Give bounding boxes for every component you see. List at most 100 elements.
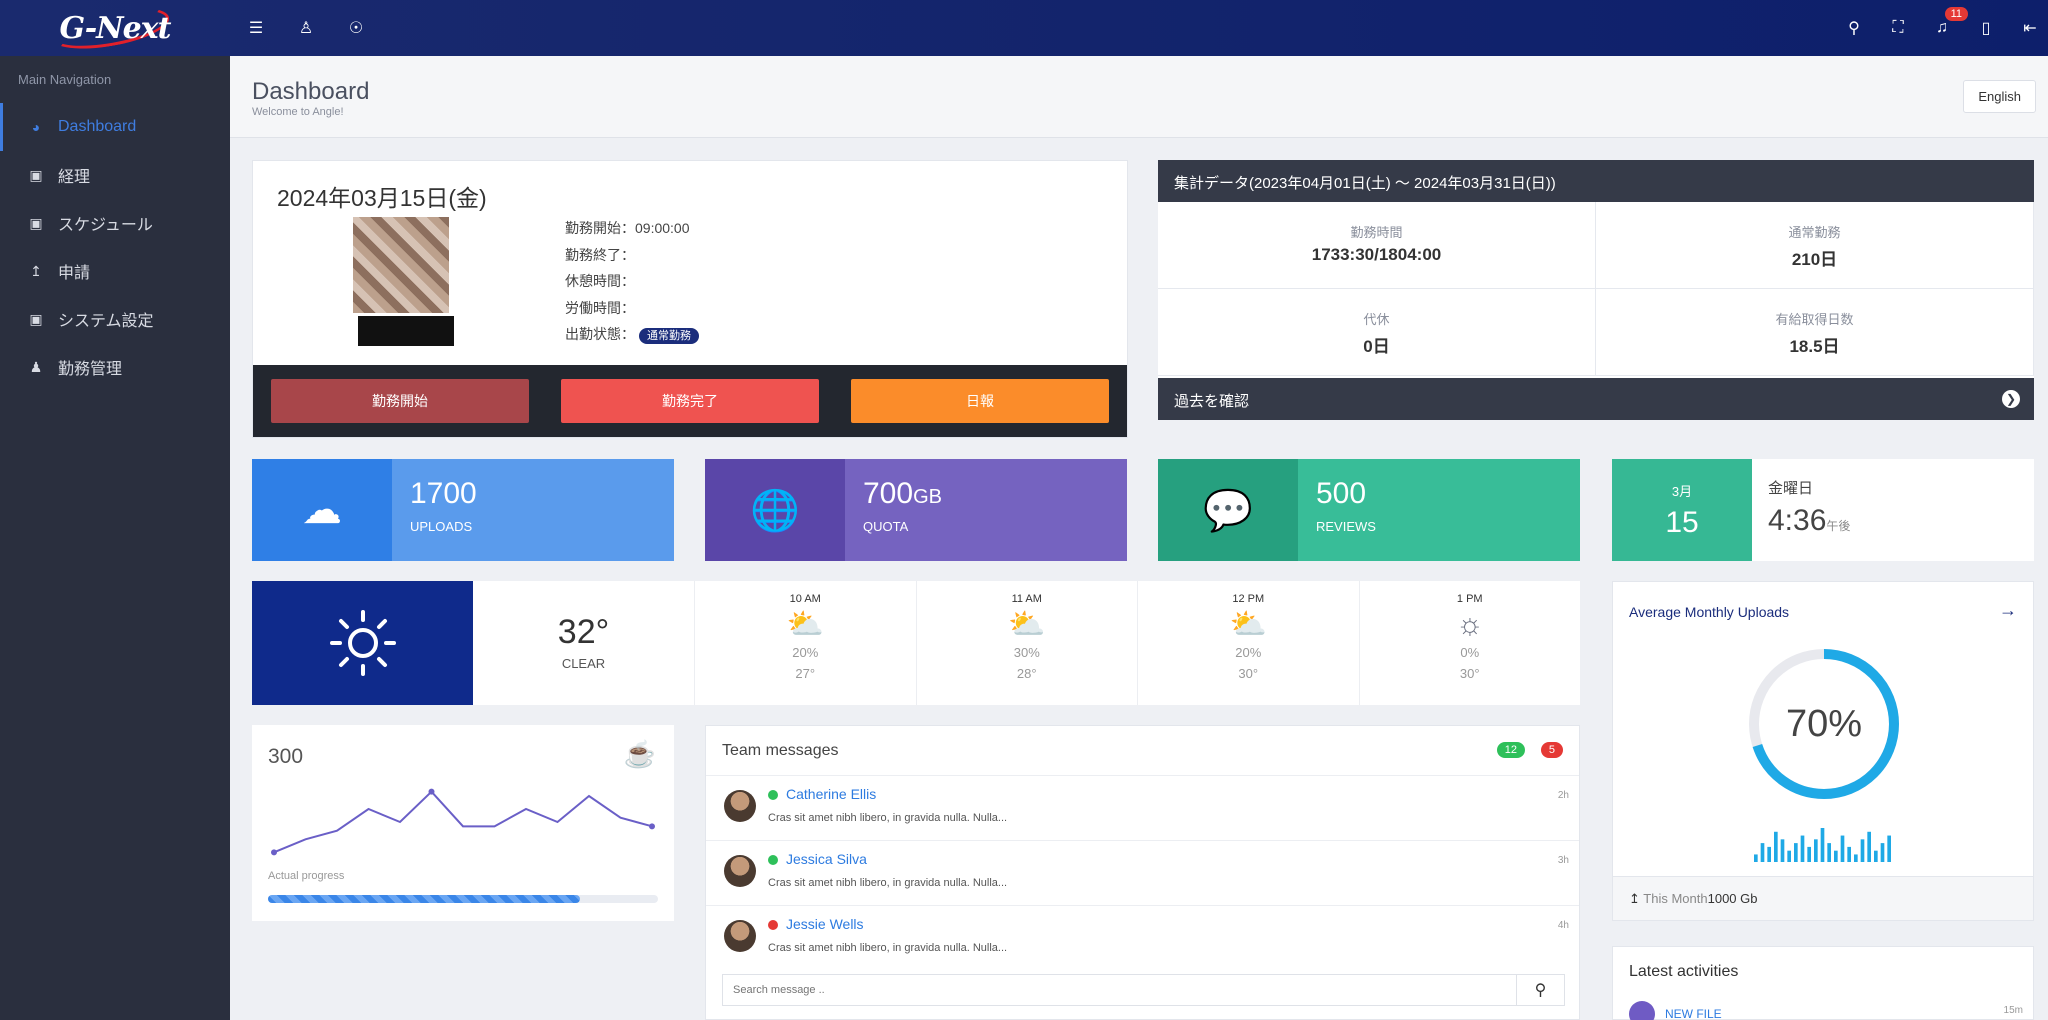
latest-activities-title: Latest activities <box>1629 963 1739 980</box>
sidebar-item-dashboard[interactable]: ◕ Dashboard <box>0 103 230 151</box>
stack-icon: ▣ <box>29 214 43 231</box>
activity-label: NEW FILE <box>1665 1007 1722 1020</box>
red-count-badge: 5 <box>1540 742 1563 758</box>
search-icon[interactable]: ⚲ <box>1844 18 1864 38</box>
sidebar-item-accounting[interactable]: ▣ 経理 <box>0 151 230 199</box>
chat-icon: 💬 <box>1158 459 1298 561</box>
top-bar: G-Next ☰ ♙ ☉ ⚲ ⛶ ♫ 11 ▯ ⇤ <box>0 0 2048 57</box>
sidebar-item-attendance[interactable]: ♟ 勤務管理 <box>0 343 230 391</box>
partly-cloudy-icon: ⛅ <box>1229 608 1267 641</box>
status-dot <box>768 855 778 865</box>
spark-bar <box>1834 850 1838 862</box>
spark-bar <box>1814 839 1818 862</box>
logo-text: G-Next <box>59 10 172 46</box>
message-item[interactable]: Jessica Silva Cras sit amet nibh libero,… <box>706 841 1579 906</box>
menu-icon[interactable]: ☰ <box>246 18 266 38</box>
spark-bar <box>1880 843 1885 862</box>
progress-bar <box>268 895 658 903</box>
reviews-tile: 💬 500 REVIEWS <box>1158 459 1580 561</box>
message-time: 2h <box>1557 790 1569 801</box>
fullscreen-icon[interactable]: ⛶ <box>1888 19 1908 37</box>
message-time: 4h <box>1557 920 1569 931</box>
sender-name[interactable]: Jessica Silva <box>786 851 867 867</box>
summary-grid: 勤務時間 1733:30/1804:00 通常勤務 210日 代休 0日 有給取得日数… <box>1158 202 2034 376</box>
attendance-card: 2024年03月15日(金) 勤務開始：09:00:00 勤務終了： 休憩時間：… <box>252 160 1128 438</box>
activity-time: 15m <box>2003 1005 2023 1016</box>
sender-name[interactable]: Jessie Wells <box>786 916 864 932</box>
view-past-link[interactable]: 過去を確認 ❯ <box>1158 378 2034 420</box>
forecast-slot: 11 AM ⛅ 30% 28° <box>917 581 1138 705</box>
current-weather: 32° CLEAR <box>473 581 695 705</box>
search-icon[interactable]: ⚲ <box>1516 975 1564 1005</box>
finish-work-button[interactable]: 勤務完了 <box>561 379 819 423</box>
sidebar-item-label: 勤務管理 <box>58 361 123 378</box>
uploads-tile: ☁ 1700 UPLOADS <box>252 459 674 561</box>
spark-bar <box>1800 835 1805 862</box>
message-time: 3h <box>1557 855 1569 866</box>
message-preview: Cras sit amet nibh libero, in gravida nu… <box>768 877 1008 889</box>
start-work-button[interactable]: 勤務開始 <box>271 379 529 423</box>
sidebar-item-application[interactable]: ↥ 申請 <box>0 247 230 295</box>
gauge-icon: ◕ <box>31 119 41 135</box>
page-subtitle: Welcome to Angle! <box>252 106 344 118</box>
redacted-name <box>358 316 454 346</box>
sidebar-item-label: システム設定 <box>58 313 154 330</box>
logout-icon[interactable]: ⇤ <box>2020 18 2040 38</box>
progress-value: 300 <box>268 745 304 768</box>
clock-time: 4:36 <box>1768 504 1827 537</box>
spark-bar <box>1887 835 1891 862</box>
spark-bar <box>1787 850 1791 862</box>
action-bar: 勤務開始 勤務完了 日報 <box>253 365 1127 437</box>
spark-bar <box>1827 843 1831 862</box>
language-selector[interactable]: English <box>1963 80 2036 113</box>
sidebar-item-system-settings[interactable]: ▣ システム設定 <box>0 295 230 343</box>
footer-value: 1000 Gb <box>1707 891 1758 906</box>
daily-report-button[interactable]: 日報 <box>851 379 1109 423</box>
message-item[interactable]: Jessie Wells Cras sit amet nibh libero, … <box>706 906 1579 971</box>
spark-bar <box>1774 831 1778 862</box>
team-messages-title: Team messages <box>722 742 839 759</box>
sender-name[interactable]: Catherine Ellis <box>786 786 876 802</box>
message-preview: Cras sit amet nibh libero, in gravida nu… <box>768 812 1008 824</box>
bell-icon[interactable]: ♫ 11 <box>1932 7 1968 37</box>
team-messages-card: Team messages 12 5 Catherine Ellis Cras … <box>705 725 1580 1020</box>
globe-icon: 🌐 <box>705 459 845 561</box>
uploads-bar-sparkline <box>1754 828 1891 862</box>
progress-bar-fill <box>268 895 580 903</box>
current-condition: CLEAR <box>561 656 606 671</box>
spark-bar <box>1860 839 1865 862</box>
chevron-right-icon: ❯ <box>2002 390 2020 408</box>
message-item[interactable]: Catherine Ellis Cras sit amet nibh liber… <box>706 776 1579 841</box>
activity-item[interactable]: NEW FILE <box>1629 1001 1722 1020</box>
sidebar-item-label: Dashboard <box>58 118 137 135</box>
avatar <box>353 217 449 313</box>
page-header: Dashboard Welcome to Angle! English <box>230 56 2048 138</box>
summary-card: 集計データ(2023年04月01日(土) ～ 2024年03月31日(日)) 勤… <box>1158 160 2034 420</box>
partly-cloudy-icon: ⛅ <box>1008 608 1046 641</box>
progress-point <box>271 849 277 856</box>
sidebar: Main Navigation ◕ Dashboard ▣ 経理 ▣ スケジュー… <box>0 56 230 1020</box>
sidebar-item-label: スケジュール <box>58 217 153 234</box>
avatar <box>724 855 756 887</box>
progress-label: Actual progress <box>268 870 345 882</box>
sidebar-item-schedule[interactable]: ▣ スケジュール <box>0 199 230 247</box>
weekday-label: 金曜日 <box>1768 480 1814 497</box>
arrow-right-icon[interactable]: → <box>1999 600 2017 621</box>
user-icon[interactable]: ♙ <box>296 18 316 38</box>
spark-bar <box>1767 846 1771 862</box>
forecast-slot: 12 PM ⛅ 20% 30° <box>1138 581 1360 705</box>
sidebar-heading: Main Navigation <box>18 72 112 87</box>
spark-bar <box>1854 854 1858 862</box>
sun-icon <box>252 581 473 705</box>
summary-cell: 通常勤務 210日 <box>1596 202 2034 289</box>
lock-icon[interactable]: ☉ <box>346 18 366 38</box>
progress-point <box>428 788 435 795</box>
panel-icon[interactable]: ▯ <box>1976 18 1996 38</box>
status-dot <box>768 920 778 930</box>
weather-widget: 32° CLEAR 10 AM ⛅ 20% 27° 11 AM ⛅ 30% 28° 12 P… <box>252 581 1580 705</box>
message-preview: Cras sit amet nibh libero, in gravida nu… <box>768 942 1008 954</box>
break-time-row: 休憩時間： <box>565 273 635 289</box>
footer-label: This Month <box>1643 891 1708 906</box>
search-message-input[interactable] <box>723 975 1516 1005</box>
logo[interactable]: G-Next <box>0 0 230 57</box>
